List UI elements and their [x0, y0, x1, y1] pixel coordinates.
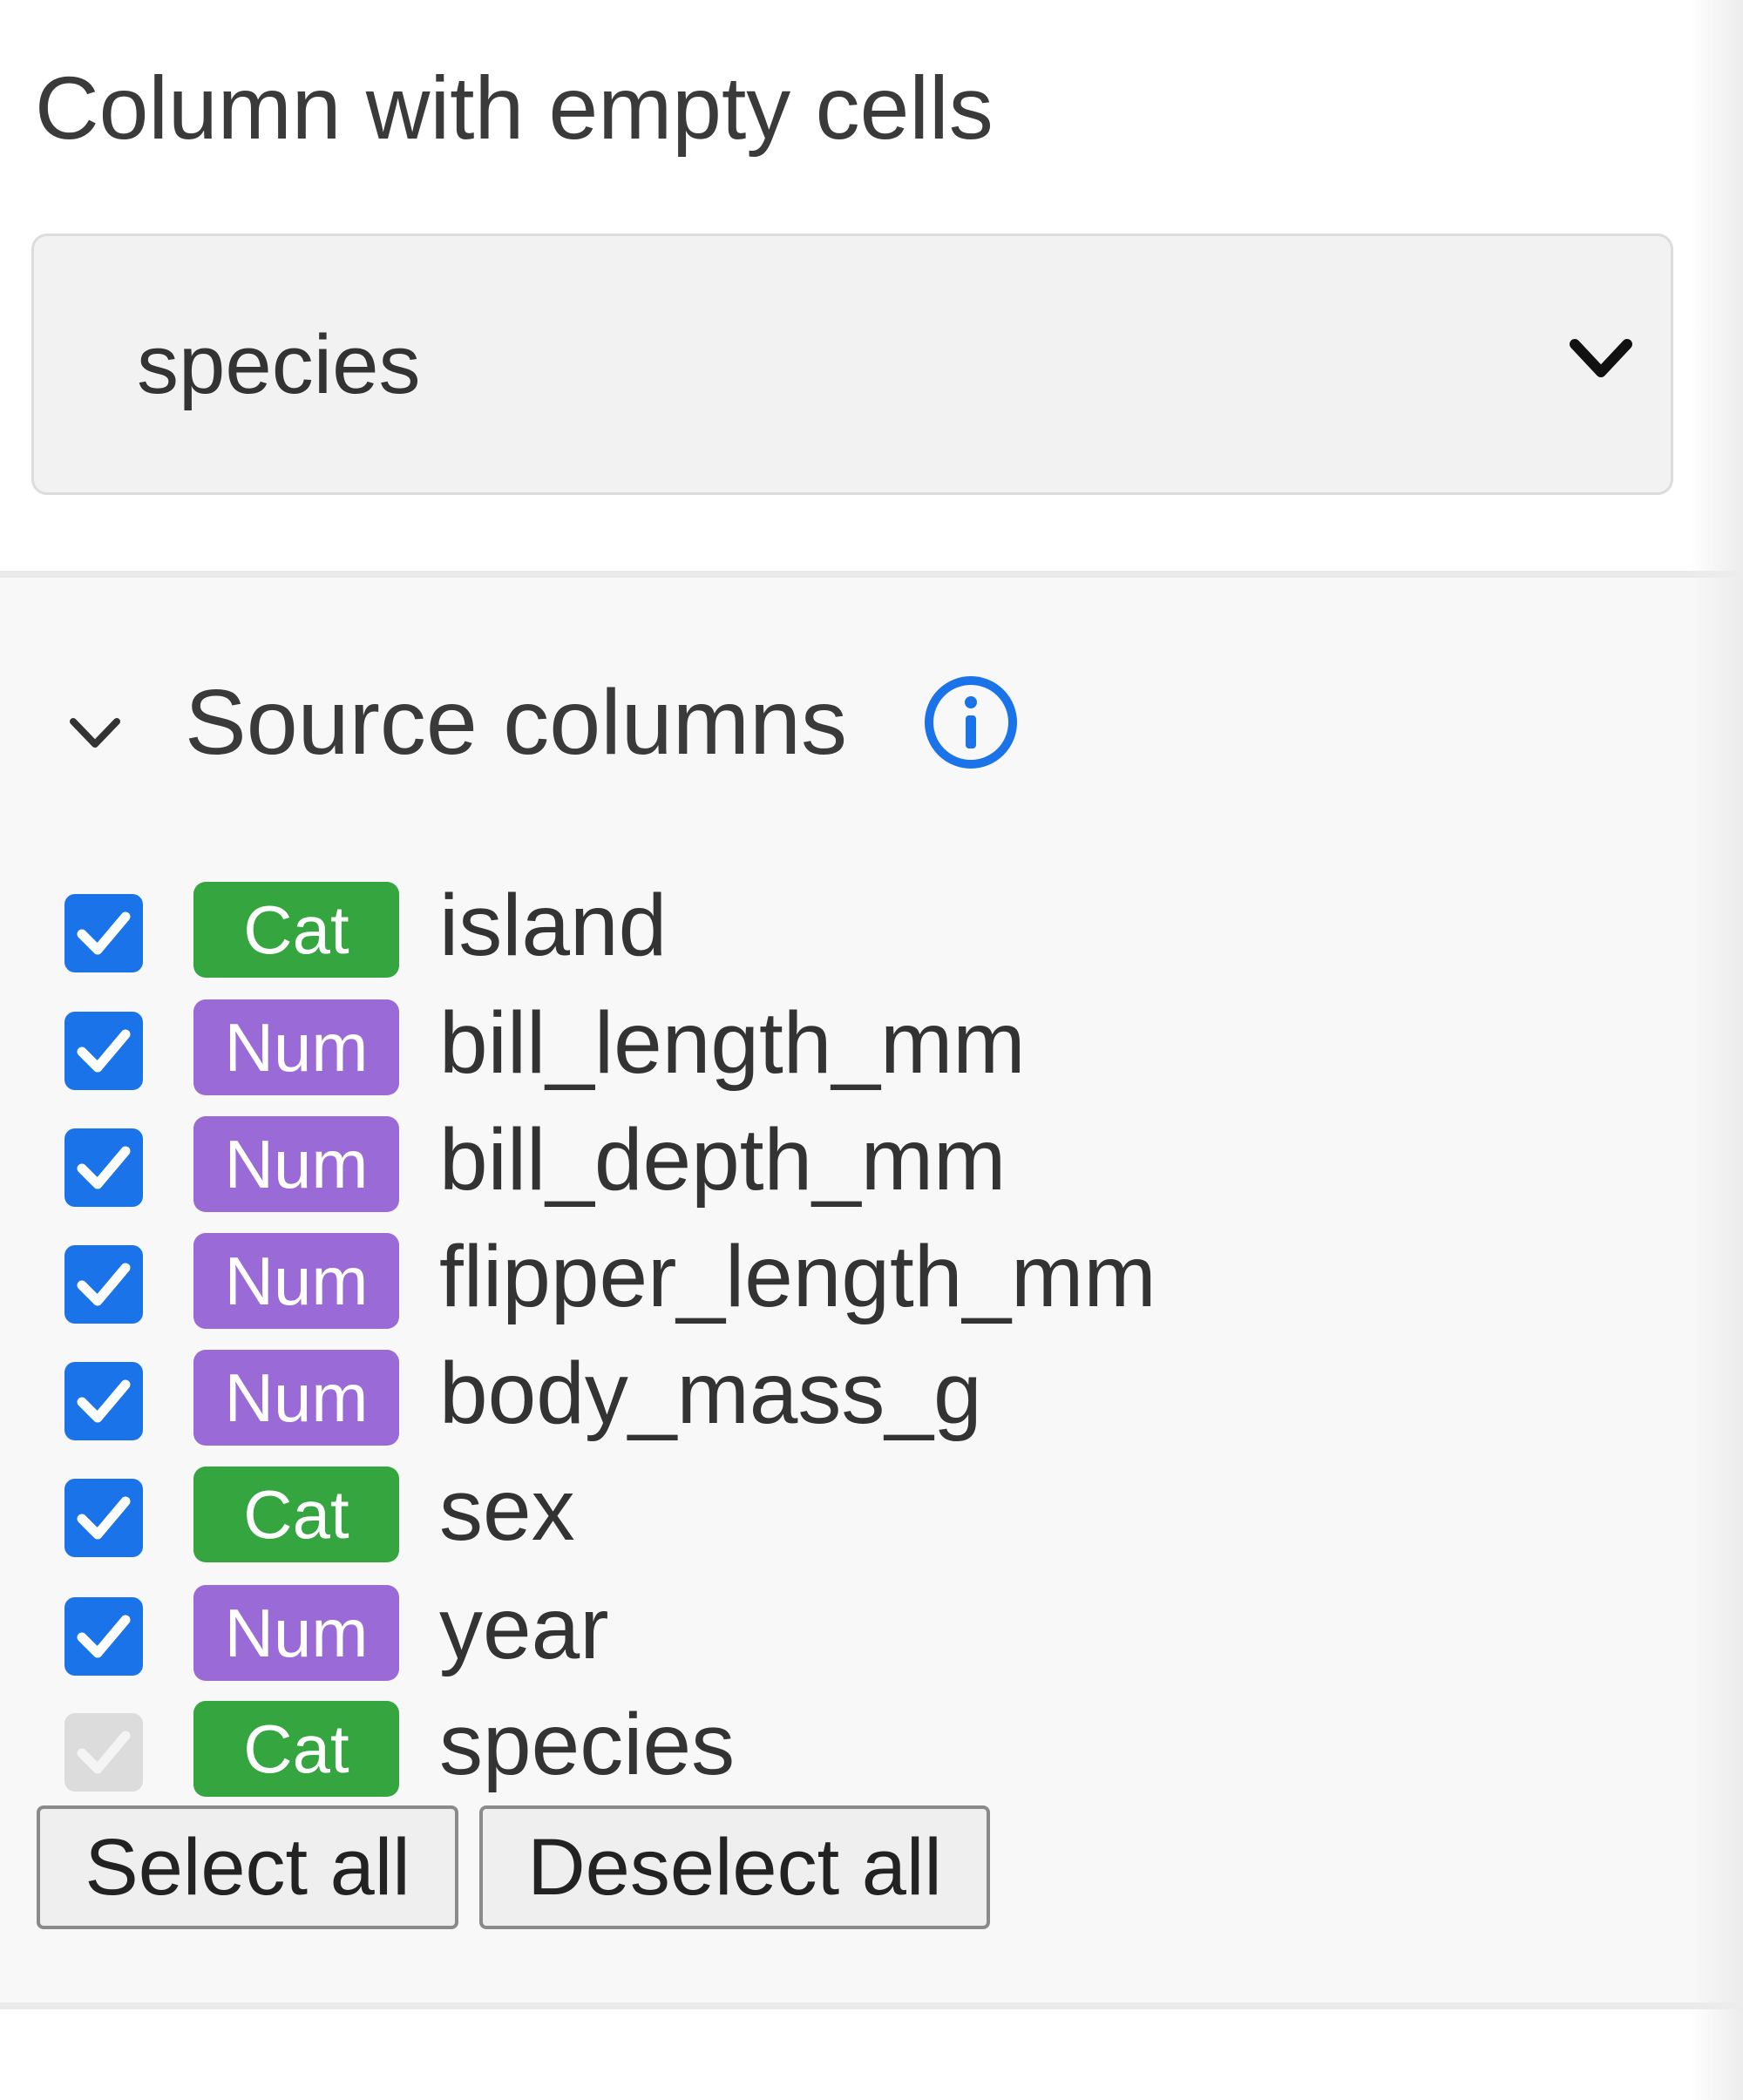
empty-column-select-value: species [137, 318, 421, 411]
check-icon [77, 1263, 131, 1306]
check-icon [77, 1146, 131, 1189]
column-name: body_mass_g [439, 1345, 982, 1442]
check-icon [77, 1379, 131, 1423]
source-column-checkbox[interactable] [64, 1597, 143, 1676]
source-column-checkbox[interactable] [64, 894, 143, 972]
check-icon [77, 1029, 131, 1073]
column-type-badge: Num [193, 1585, 399, 1681]
column-name: bill_length_mm [439, 994, 1026, 1092]
scroll-edge-shadow [1691, 0, 1743, 2100]
deselect-all-button[interactable]: Deselect all [479, 1805, 990, 1929]
column-type-badge: Num [193, 1350, 399, 1446]
column-name: sex [439, 1461, 575, 1559]
source-column-checkbox [64, 1713, 143, 1792]
empty-column-label: Column with empty cells [35, 58, 994, 158]
source-columns-section: Source columns Cat island Num bill_length_m… [0, 578, 1743, 2002]
source-column-checkbox[interactable] [64, 1128, 143, 1207]
column-name: flipper_length_mm [439, 1228, 1156, 1325]
column-type-badge: Cat [193, 1701, 399, 1797]
empty-column-select[interactable]: species [31, 234, 1673, 495]
check-icon [77, 1615, 131, 1658]
source-column-checkbox[interactable] [64, 1012, 143, 1090]
column-type-badge: Num [193, 999, 399, 1095]
source-column-row[interactable]: Num year [0, 1575, 1394, 1681]
column-type-badge: Cat [193, 882, 399, 978]
source-column-checkbox[interactable] [64, 1479, 143, 1557]
bottom-divider [0, 2002, 1743, 2009]
section-divider [0, 571, 1743, 578]
source-column-row[interactable]: Cat sex [0, 1456, 1394, 1562]
source-columns-header[interactable]: Source columns [0, 665, 1220, 778]
source-column-checkbox[interactable] [64, 1245, 143, 1324]
info-icon[interactable] [922, 674, 1020, 771]
source-column-row[interactable]: Num body_mass_g [0, 1339, 1394, 1446]
source-column-row[interactable]: Num flipper_length_mm [0, 1223, 1394, 1329]
chevron-down-icon [1570, 339, 1632, 377]
empty-column-section: Column with empty cells species [0, 0, 1743, 571]
column-type-badge: Num [193, 1233, 399, 1329]
column-name: species [439, 1696, 736, 1793]
check-icon [77, 911, 131, 955]
settings-panel: Column with empty cells species Source c… [0, 0, 1743, 2100]
column-type-badge: Num [193, 1116, 399, 1212]
source-columns-title: Source columns [185, 671, 848, 774]
column-type-badge: Cat [193, 1467, 399, 1562]
collapse-chevron-icon[interactable] [66, 713, 124, 753]
column-name: year [439, 1580, 609, 1677]
source-column-row[interactable]: Num bill_length_mm [0, 989, 1394, 1095]
source-column-row[interactable]: Cat island [0, 871, 1394, 978]
check-icon [77, 1731, 131, 1774]
select-all-button[interactable]: Select all [37, 1805, 458, 1929]
column-name: bill_depth_mm [439, 1111, 1007, 1209]
source-column-checkbox[interactable] [64, 1362, 143, 1440]
check-icon [77, 1496, 131, 1540]
column-name: island [439, 877, 668, 974]
source-column-row[interactable]: Cat species [0, 1690, 1394, 1797]
source-column-row[interactable]: Num bill_depth_mm [0, 1106, 1394, 1212]
